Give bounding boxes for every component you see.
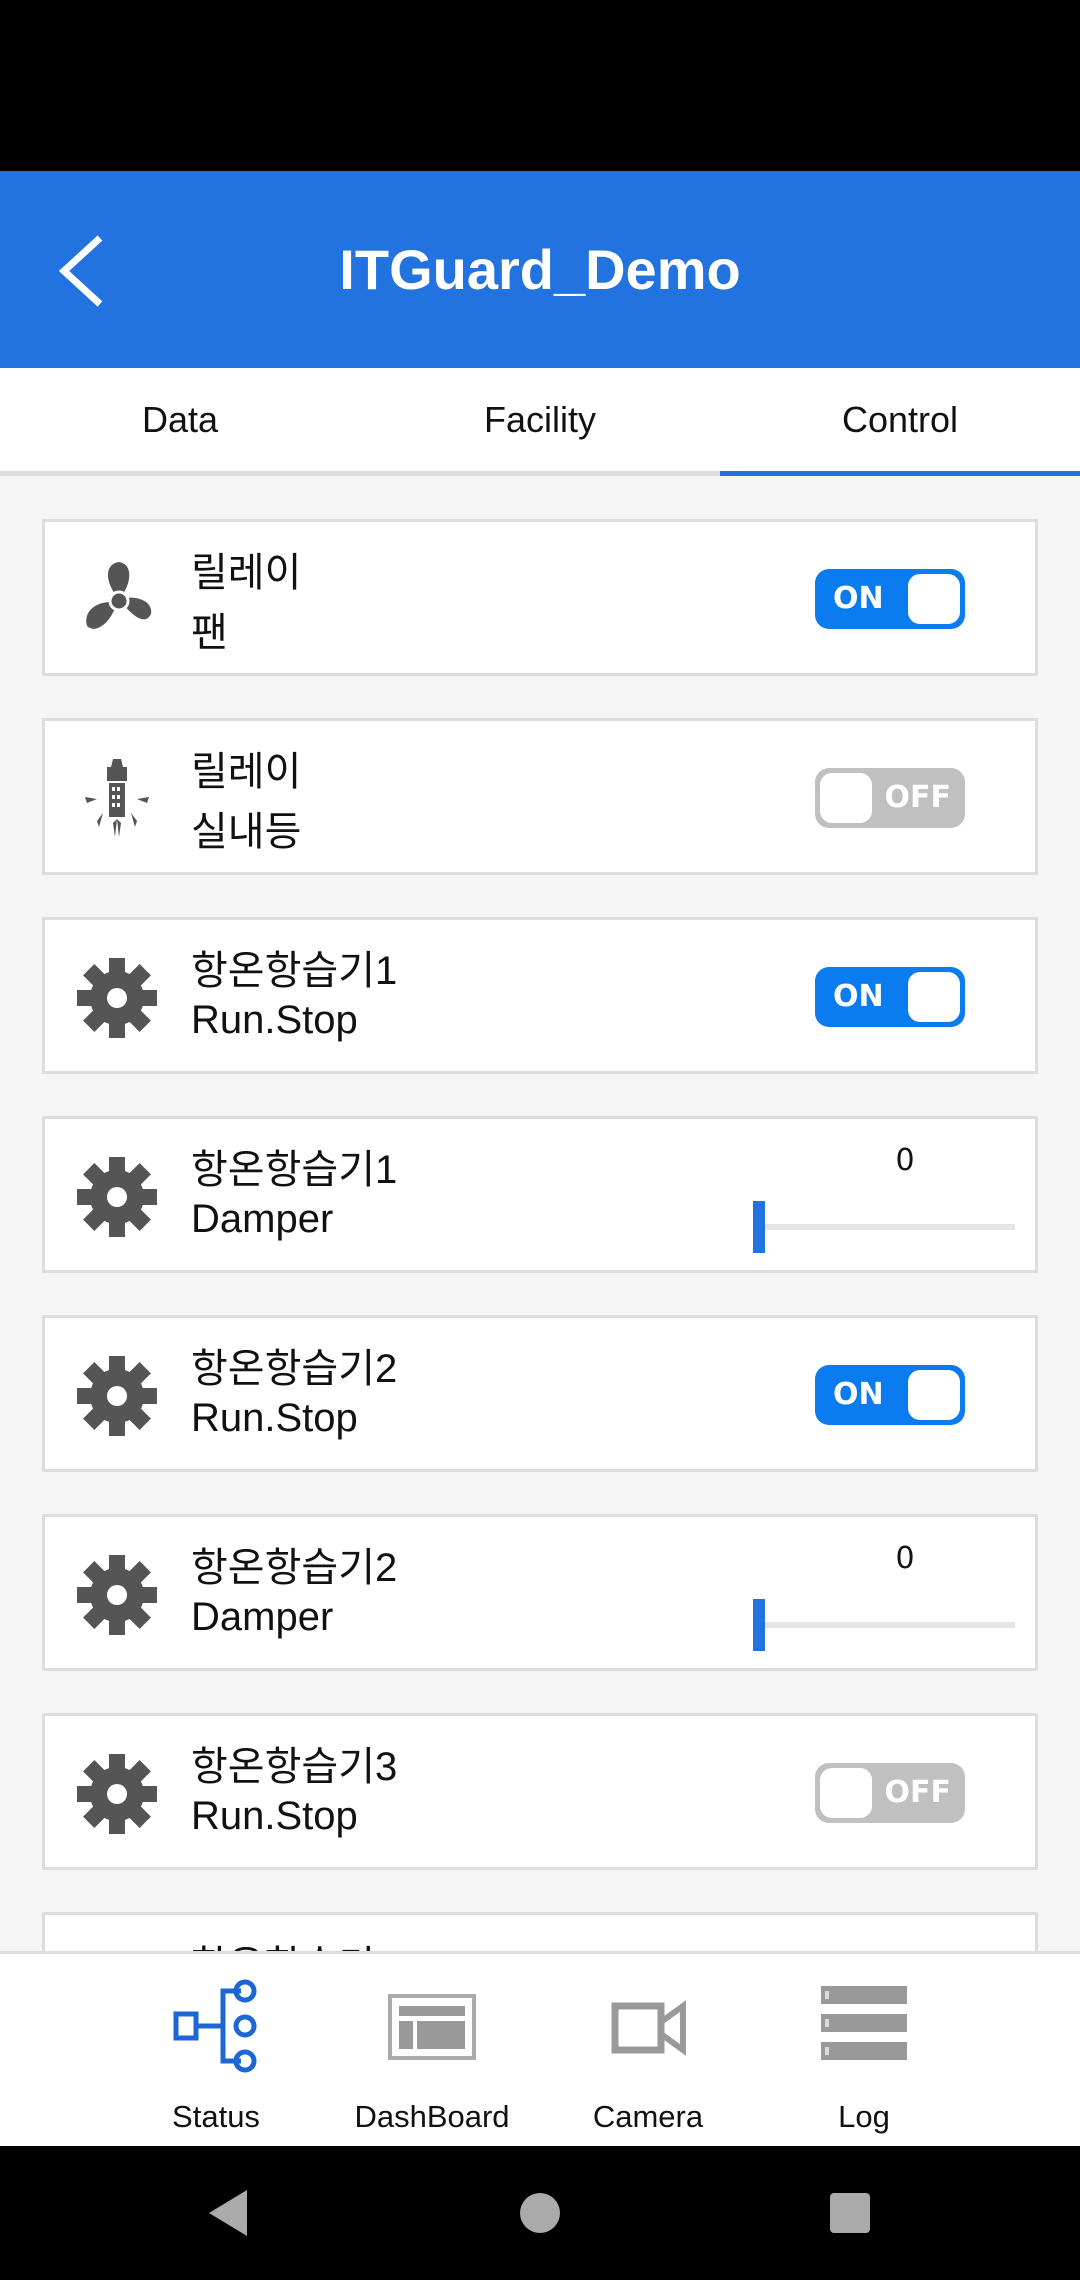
fan-icon <box>75 558 159 642</box>
control-function: Damper <box>191 1197 334 1241</box>
control-name: 항온항습기4 <box>191 1933 397 1951</box>
toggle-knob <box>820 773 872 823</box>
power-toggle[interactable]: OFF <box>815 768 965 828</box>
slider-thumb[interactable] <box>753 1201 765 1253</box>
nav-label: Log <box>838 2099 890 2134</box>
control-card: 항온항습기2 Run.Stop ON <box>42 1315 1038 1472</box>
slider-value: 0 <box>895 1541 915 1576</box>
log-list-icon <box>821 1986 907 2060</box>
system-back-icon[interactable] <box>205 2186 255 2240</box>
gear-icon <box>75 956 159 1040</box>
toggle-state: ON <box>833 979 884 1014</box>
network-tree-icon <box>173 1979 257 2073</box>
dashboard-icon <box>388 1994 476 2060</box>
toggle-state: OFF <box>884 1775 952 1810</box>
system-nav-bar <box>0 2146 1080 2280</box>
toggle-state: OFF <box>884 780 952 815</box>
gear-icon <box>75 1553 159 1637</box>
gear-icon <box>75 1752 159 1836</box>
control-name: 릴레이 <box>191 750 302 794</box>
lamp-icon <box>75 757 159 841</box>
control-card: 릴레이팬 ON <box>42 519 1038 676</box>
nav-label: Status <box>172 2099 260 2134</box>
gear-icon <box>75 1155 159 1239</box>
control-card: 항온항습기3 Run.Stop OFF <box>42 1713 1038 1870</box>
control-card: 항온항습기1 Damper 0 <box>42 1116 1038 1273</box>
control-name: 항온항습기1 <box>191 1148 398 1192</box>
control-function: 실내등 <box>191 810 302 854</box>
toggle-knob <box>908 574 960 624</box>
tab-bar: Data Facility Control <box>0 368 1080 476</box>
system-recents-icon[interactable] <box>828 2186 872 2240</box>
toggle-state: ON <box>833 581 884 616</box>
tab-facility[interactable]: Facility <box>360 368 720 471</box>
status-bar <box>0 0 1080 171</box>
control-card: 항온항습기1 Run.Stop ON <box>42 917 1038 1074</box>
nav-label: DashBoard <box>354 2099 510 2134</box>
nav-log[interactable]: Log <box>764 1954 964 2146</box>
system-home-icon[interactable] <box>518 2186 562 2240</box>
control-function: Run.Stop <box>191 998 358 1042</box>
toggle-knob <box>908 1370 960 1420</box>
control-name: 항온항습기2 <box>191 1347 398 1391</box>
app-header: ITGuard_Demo <box>0 171 1080 368</box>
control-card: 항온항습기2 Damper 0 <box>42 1514 1038 1671</box>
control-card: 항온항습기4 <box>42 1912 1038 1951</box>
nav-label: Camera <box>592 2099 704 2134</box>
nav-camera[interactable]: Camera <box>548 1954 748 2146</box>
power-toggle[interactable]: ON <box>815 569 965 629</box>
gear-icon <box>75 1354 159 1438</box>
slider-track[interactable] <box>753 1622 1015 1628</box>
toggle-knob <box>908 972 960 1022</box>
power-toggle[interactable]: OFF <box>815 1763 965 1823</box>
tab-data[interactable]: Data <box>0 368 360 471</box>
nav-status[interactable]: Status <box>116 1954 316 2146</box>
camera-icon <box>611 2000 686 2056</box>
power-toggle[interactable]: ON <box>815 967 965 1027</box>
control-list[interactable]: 릴레이 팬 ON 릴레이 실내등 OFF 항온항습기1 Run.Stop ON 항온항습기1 Dam… <box>0 476 1080 1951</box>
control-function: Run.Stop <box>191 1396 358 1440</box>
power-toggle[interactable]: ON <box>815 1365 965 1425</box>
nav-dashboard[interactable]: DashBoard <box>332 1954 532 2146</box>
control-function: Run.Stop <box>191 1794 358 1838</box>
bottom-nav: Status DashBoard Camera Log <box>0 1951 1080 2146</box>
slider-value: 0 <box>895 1143 915 1178</box>
control-name: 항온항습기2 <box>191 1546 398 1590</box>
control-name: 항온항습기1 <box>191 949 398 993</box>
control-function: 팬 <box>191 611 228 655</box>
slider-track[interactable] <box>753 1224 1015 1230</box>
control-function: Damper <box>191 1595 334 1639</box>
control-card: 릴레이실내등 OFF <box>42 718 1038 875</box>
page-title: ITGuard_Demo <box>339 238 741 301</box>
control-name: 릴레이 <box>191 551 302 595</box>
tab-control[interactable]: Control <box>720 368 1080 476</box>
slider-thumb[interactable] <box>753 1599 765 1651</box>
control-name: 항온항습기3 <box>191 1745 398 1789</box>
toggle-knob <box>820 1768 872 1818</box>
toggle-state: ON <box>833 1377 884 1412</box>
